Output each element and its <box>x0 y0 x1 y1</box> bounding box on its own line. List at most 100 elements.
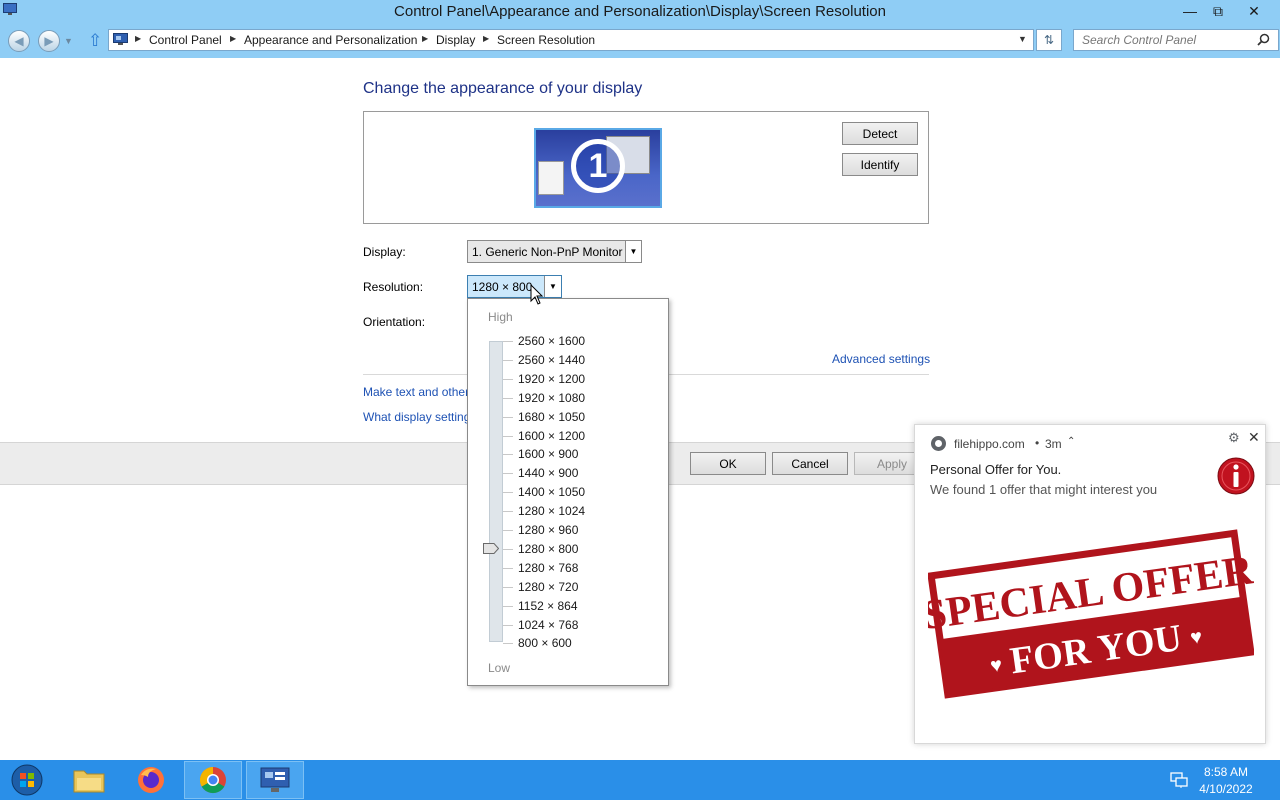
ok-button[interactable]: OK <box>690 452 766 475</box>
resolution-tick <box>503 643 513 644</box>
minimize-icon: — <box>1183 3 1197 19</box>
resolution-option[interactable]: 1920 × 1200 <box>518 372 585 386</box>
cancel-button[interactable]: Cancel <box>772 452 848 475</box>
resolution-tick <box>503 436 513 437</box>
control-panel-icon <box>260 767 290 792</box>
resolution-option[interactable]: 1280 × 800 <box>518 542 578 556</box>
windows-logo-icon <box>11 764 43 796</box>
text-size-link[interactable]: Make text and other <box>363 385 469 399</box>
forward-button[interactable]: ▶ <box>38 30 60 52</box>
resolution-slider-track[interactable] <box>489 341 503 642</box>
notification-title: Personal Offer for You. <box>930 462 1062 477</box>
resolution-tick <box>503 360 513 361</box>
resolution-option[interactable]: 1280 × 960 <box>518 523 578 537</box>
resolution-low-label: Low <box>488 661 511 675</box>
info-icon <box>1217 457 1255 495</box>
breadcrumb-screen-resolution[interactable]: Screen Resolution <box>497 33 595 47</box>
maximize-button[interactable]: ⧉ <box>1202 0 1234 22</box>
notification-close-icon[interactable]: ✕ <box>1248 429 1260 446</box>
breadcrumb-display[interactable]: Display <box>436 33 475 47</box>
resolution-high-label: High <box>488 310 513 324</box>
folder-icon <box>73 770 105 793</box>
display-label: Display: <box>363 245 406 259</box>
display-select[interactable]: 1. Generic Non-PnP Monitor <box>467 240 642 263</box>
display-dropdown-arrow-icon[interactable]: ▼ <box>625 241 641 262</box>
resolution-option[interactable]: 1280 × 720 <box>518 580 578 594</box>
taskbar-control-panel[interactable] <box>246 761 304 799</box>
detect-button[interactable]: Detect <box>842 122 918 145</box>
resolution-option[interactable]: 800 × 600 <box>518 636 572 650</box>
orientation-label: Orientation: <box>363 315 426 329</box>
resolution-option[interactable]: 1600 × 900 <box>518 447 578 461</box>
maximize-icon: ⧉ <box>1213 2 1223 19</box>
resolution-option[interactable]: 2560 × 1440 <box>518 353 585 367</box>
recent-locations-button[interactable]: ▼ <box>64 36 73 46</box>
display-settings-help-link[interactable]: What display setting <box>363 410 470 424</box>
resolution-tick <box>503 492 513 493</box>
resolution-option[interactable]: 1280 × 768 <box>518 561 578 575</box>
close-button[interactable]: ✕ <box>1238 0 1270 22</box>
resolution-option[interactable]: 1400 × 1050 <box>518 485 585 499</box>
breadcrumb-appearance[interactable]: Appearance and Personalization <box>244 33 417 47</box>
resolution-option[interactable]: 1440 × 900 <box>518 466 578 480</box>
refresh-button[interactable]: ⇅ <box>1036 29 1062 51</box>
resolution-option[interactable]: 1920 × 1080 <box>518 391 585 405</box>
chevron-up-icon[interactable]: ⌃ <box>1067 436 1075 447</box>
breadcrumb-control-panel[interactable]: Control Panel <box>149 33 222 47</box>
up-button[interactable]: ⇧ <box>88 31 104 50</box>
search-icon[interactable] <box>1257 33 1270 46</box>
resolution-tick <box>503 511 513 512</box>
resolution-option[interactable]: 1152 × 864 <box>518 599 578 613</box>
notification-site: filehippo.com <box>954 437 1025 451</box>
chrome-icon <box>199 766 226 794</box>
breadcrumb-separator-icon: ▶ <box>135 34 142 43</box>
resolution-option[interactable]: 1600 × 1200 <box>518 429 585 443</box>
refresh-icon: ⇅ <box>1043 33 1055 47</box>
page-title: Change the appearance of your display <box>363 80 643 97</box>
taskbar-chrome[interactable] <box>184 761 242 799</box>
resolution-slider-thumb[interactable] <box>483 543 499 554</box>
resolution-option[interactable]: 1280 × 1024 <box>518 504 585 518</box>
taskbar-firefox[interactable] <box>122 761 180 799</box>
special-offer-stamp: SPECIAL OFFER FOR YOU ♥ ♥ <box>928 529 1254 699</box>
notification-separator: • <box>1035 436 1040 450</box>
breadcrumb-separator-icon: ▶ <box>230 34 237 43</box>
resolution-tick <box>503 568 513 569</box>
notification-time: 3m <box>1045 437 1062 451</box>
chrome-site-icon <box>931 436 946 451</box>
resolution-select-value: 1280 × 800 <box>472 279 533 294</box>
resolution-tick <box>503 473 513 474</box>
resolution-tick <box>503 606 513 607</box>
up-arrow-icon: ⇧ <box>88 31 103 50</box>
gear-icon[interactable]: ⚙ <box>1228 430 1240 446</box>
taskbar-file-explorer[interactable] <box>60 761 118 799</box>
clock-time[interactable]: 8:58 AM <box>1196 765 1256 779</box>
resolution-tick <box>503 530 513 531</box>
search-placeholder: Search Control Panel <box>1082 33 1197 47</box>
clock-date[interactable]: 4/10/2022 <box>1196 782 1256 796</box>
firefox-icon <box>138 767 164 793</box>
resolution-tick <box>503 379 513 380</box>
close-icon: ✕ <box>1248 2 1260 19</box>
resolution-tick <box>503 454 513 455</box>
window-title: Control Panel\Appearance and Personaliza… <box>394 3 886 20</box>
start-button[interactable] <box>0 761 54 799</box>
back-button[interactable]: ◀ <box>8 30 30 52</box>
mouse-cursor-icon <box>530 284 544 305</box>
monitor-document-icon <box>538 161 564 195</box>
resolution-dropdown-arrow-icon[interactable]: ▼ <box>544 276 561 297</box>
resolution-option[interactable]: 1024 × 768 <box>518 618 578 632</box>
monitor-number: 1 <box>571 139 625 193</box>
resolution-tick <box>503 625 513 626</box>
notification-body: We found 1 offer that might interest you <box>930 482 1158 497</box>
breadcrumb-separator-icon: ▶ <box>422 34 429 43</box>
resolution-option[interactable]: 1680 × 1050 <box>518 410 585 424</box>
resolution-option[interactable]: 2560 × 1600 <box>518 334 585 348</box>
network-icon[interactable] <box>1170 772 1188 788</box>
resolution-tick <box>503 549 513 550</box>
advanced-settings-link[interactable]: Advanced settings <box>832 352 930 366</box>
resolution-tick <box>503 398 513 399</box>
back-arrow-icon: ◀ <box>14 34 24 48</box>
address-dropdown-icon[interactable]: ▼ <box>1018 34 1027 44</box>
identify-button[interactable]: Identify <box>842 153 918 176</box>
